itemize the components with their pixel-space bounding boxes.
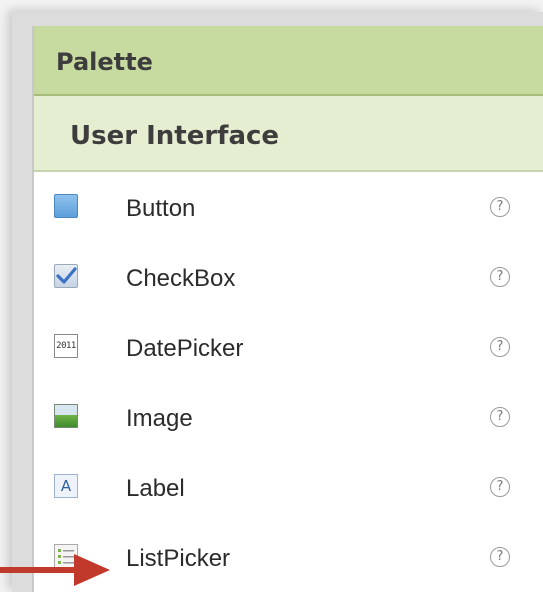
component-item-button[interactable]: Button ? — [34, 172, 543, 242]
help-icon[interactable]: ? — [490, 477, 510, 497]
help-icon[interactable]: ? — [490, 267, 510, 287]
annotation-arrow-icon — [0, 554, 110, 586]
section-title: User Interface — [70, 121, 280, 151]
component-item-image[interactable]: Image ? — [34, 382, 543, 452]
help-icon[interactable]: ? — [490, 407, 510, 427]
component-list: Button ? CheckBox ? 2011 DatePicker ? Im… — [34, 172, 543, 592]
button-icon — [54, 194, 78, 218]
component-item-datepicker[interactable]: 2011 DatePicker ? — [34, 312, 543, 382]
image-icon — [54, 404, 78, 428]
help-icon[interactable]: ? — [490, 547, 510, 567]
label-icon: A — [54, 474, 78, 498]
component-label: ListPicker — [126, 545, 231, 572]
component-label: Button — [126, 195, 196, 222]
help-icon[interactable]: ? — [490, 197, 510, 217]
component-label: Label — [126, 475, 185, 502]
help-icon[interactable]: ? — [490, 337, 510, 357]
palette-header[interactable]: Palette — [34, 26, 543, 96]
component-item-label[interactable]: A Label ? — [34, 452, 543, 522]
component-label: CheckBox — [126, 265, 236, 292]
component-item-checkbox[interactable]: CheckBox ? — [34, 242, 543, 312]
checkbox-icon — [54, 264, 78, 288]
palette-panel: Palette User Interface Button ? CheckBox… — [32, 26, 543, 592]
palette-title: Palette — [56, 48, 153, 76]
component-label: Image — [126, 405, 193, 432]
section-header-user-interface[interactable]: User Interface — [34, 96, 543, 172]
datepicker-icon: 2011 — [54, 334, 78, 358]
component-label: DatePicker — [126, 335, 244, 362]
